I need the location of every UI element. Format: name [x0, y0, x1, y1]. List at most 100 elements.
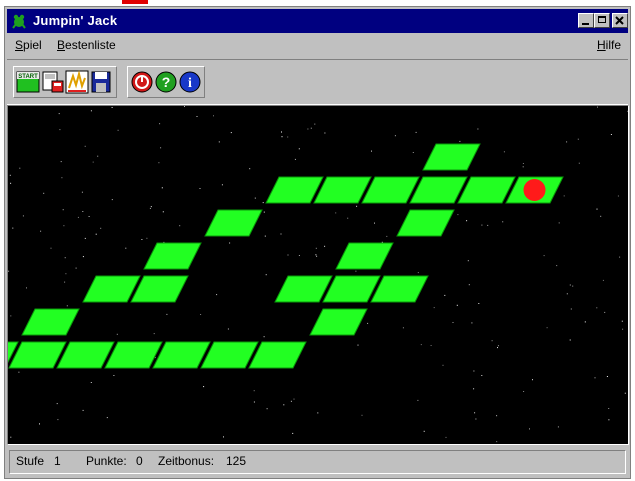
star: [371, 150, 372, 152]
floor-tile: [409, 176, 468, 204]
star: [596, 307, 598, 309]
star: [84, 237, 86, 239]
star: [19, 167, 21, 169]
star: [10, 315, 12, 317]
star: [90, 382, 92, 383]
help-button[interactable]: ?: [154, 70, 178, 94]
floor-tile: [396, 209, 455, 237]
star: [496, 415, 498, 417]
star: [456, 304, 458, 306]
star: [10, 436, 12, 438]
star: [57, 419, 59, 421]
star: [503, 151, 505, 153]
star: [473, 370, 475, 372]
star: [253, 390, 255, 392]
disk-button[interactable]: [89, 70, 113, 94]
star: [213, 115, 214, 117]
star: [40, 230, 42, 232]
toolbar-group-help: ? i: [127, 66, 205, 98]
menu-hilfe-accel: H: [597, 38, 606, 52]
maximize-icon: [598, 16, 606, 23]
star: [532, 379, 533, 381]
toolbar: START ? i: [7, 59, 628, 105]
menu-spiel[interactable]: Spiel: [15, 38, 42, 52]
star: [355, 270, 357, 272]
star: [59, 129, 61, 131]
star: [497, 347, 498, 349]
star: [572, 285, 574, 287]
star: [310, 127, 312, 129]
menu-spiel-accel: S: [15, 38, 24, 52]
star: [262, 202, 264, 204]
title-bar: Jumpin' Jack: [7, 9, 628, 33]
star: [386, 235, 388, 237]
star: [62, 209, 64, 211]
save-button[interactable]: [41, 70, 65, 94]
board-canvas: [8, 106, 628, 444]
star: [569, 284, 571, 286]
info-button[interactable]: i: [178, 70, 202, 94]
floor-tile: [200, 341, 259, 369]
stop-icon: [131, 71, 153, 93]
star: [65, 273, 67, 275]
toolbar-group-game: START: [13, 66, 117, 98]
star: [496, 441, 498, 443]
status-bar: Stufe 1 Punkte: 0 Zeitbonus: 125: [7, 447, 628, 475]
star: [477, 128, 479, 130]
floor-tile: [56, 341, 115, 369]
start-icon-text: START: [18, 74, 38, 80]
star: [161, 187, 163, 189]
floor-tile: [8, 341, 67, 369]
star: [64, 281, 66, 283]
star: [61, 177, 63, 179]
star: [43, 192, 45, 194]
star: [50, 247, 52, 249]
star: [281, 136, 283, 138]
minimize-button[interactable]: [578, 13, 594, 28]
star: [600, 215, 602, 217]
star: [264, 235, 266, 237]
star: [315, 254, 317, 256]
star: [82, 256, 84, 258]
star: [566, 293, 568, 295]
star: [478, 303, 480, 304]
star: [159, 123, 161, 125]
star: [293, 398, 295, 400]
star: [223, 436, 224, 438]
star: [452, 322, 454, 323]
star: [307, 128, 309, 130]
star: [22, 215, 24, 217]
menu-bestenliste[interactable]: Bestenliste: [57, 38, 116, 52]
game-board[interactable]: [7, 105, 629, 445]
star: [218, 141, 220, 143]
menu-bestenliste-accel: B: [57, 38, 66, 52]
fireworks-button[interactable]: [65, 70, 89, 94]
floor-tile: [322, 275, 381, 303]
maximize-button[interactable]: [594, 13, 610, 28]
info-icon: i: [179, 71, 201, 93]
start-button[interactable]: START: [16, 70, 40, 94]
star: [254, 197, 256, 199]
star: [497, 345, 499, 347]
star: [298, 255, 300, 256]
floor-tile: [313, 176, 372, 204]
menu-hilfe[interactable]: Hilfe: [597, 38, 621, 52]
star: [166, 313, 168, 315]
floppy-disk-icon: [91, 71, 111, 93]
star: [622, 328, 624, 330]
stop-button[interactable]: [130, 70, 154, 94]
star: [423, 430, 425, 432]
close-button[interactable]: [612, 13, 628, 28]
star: [357, 344, 359, 346]
star: [39, 423, 40, 425]
star: [263, 336, 265, 338]
star: [95, 233, 97, 235]
star: [415, 131, 417, 133]
star: [475, 418, 477, 420]
star: [487, 224, 489, 226]
star: [417, 399, 419, 401]
star: [491, 340, 493, 342]
star: [8, 270, 10, 272]
star: [394, 135, 396, 137]
star: [430, 345, 432, 346]
